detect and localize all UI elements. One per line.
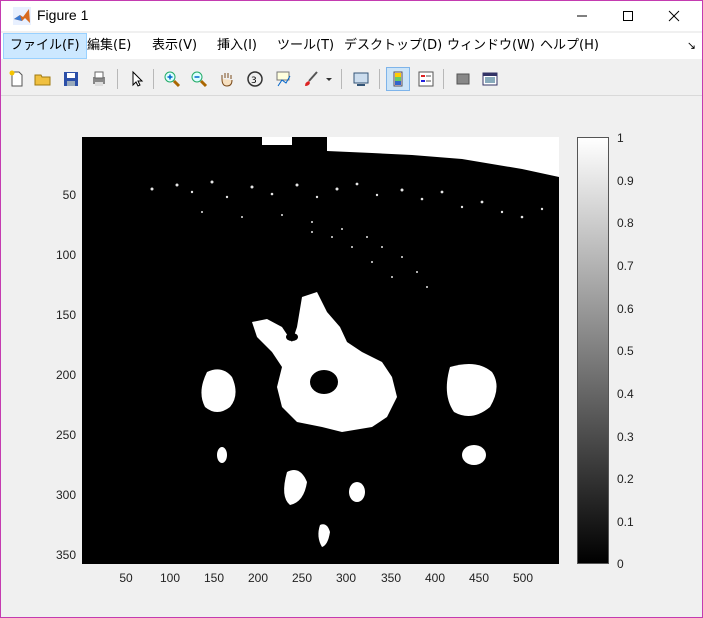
x-tick-label: 50 — [119, 571, 133, 585]
x-tick-label: 350 — [380, 571, 402, 585]
show-plot-tools-icon[interactable] — [478, 67, 502, 91]
x-tick-label: 400 — [424, 571, 446, 585]
colorbar-tick-label: 0.7 — [617, 259, 634, 273]
figure-toolbar: 3 — [1, 63, 702, 96]
y-tick-label: 250 — [55, 428, 76, 442]
y-tick-label: 50 — [62, 188, 76, 202]
svg-text:3: 3 — [251, 76, 257, 86]
pan-hand-icon[interactable] — [215, 67, 239, 91]
menu-tools[interactable]: ツール(T) — [271, 33, 340, 59]
toolbar-separator — [379, 69, 380, 89]
save-icon[interactable] — [59, 67, 83, 91]
toolbar-separator — [117, 69, 118, 89]
colorbar-tick-label: 0.4 — [617, 387, 634, 401]
menu-desktop[interactable]: デスクトップ(D) — [338, 33, 448, 59]
x-tick-label: 100 — [159, 571, 181, 585]
print-icon[interactable] — [87, 67, 111, 91]
zoom-out-icon[interactable] — [187, 67, 211, 91]
legend-icon[interactable] — [414, 67, 438, 91]
menu-edit[interactable]: 編集(E) — [81, 33, 137, 59]
x-tick-label: 150 — [203, 571, 225, 585]
menu-help[interactable]: ヘルプ(H) — [534, 33, 605, 59]
dock-arrow-icon[interactable]: ↘ — [687, 39, 696, 52]
x-tick-label: 500 — [512, 571, 534, 585]
colorbar-icon[interactable] — [386, 67, 410, 91]
menu-file[interactable]: ファイル(F) — [3, 33, 87, 59]
new-figure-icon[interactable] — [5, 67, 29, 91]
brush-dropdown-icon[interactable] — [323, 67, 335, 91]
colorbar[interactable] — [577, 137, 609, 564]
brush-icon[interactable] — [299, 67, 323, 91]
minimize-button[interactable] — [559, 1, 605, 31]
y-tick-label: 200 — [55, 368, 76, 382]
close-button[interactable] — [651, 1, 697, 31]
toolbar-separator — [341, 69, 342, 89]
y-tick-label: 350 — [55, 548, 76, 562]
link-plot-icon[interactable] — [349, 67, 373, 91]
menu-bar: ファイル(F) 編集(E) 表示(V) 挿入(I) ツール(T) デスクトップ(… — [1, 33, 702, 59]
colorbar-tick-label: 0.5 — [617, 344, 634, 358]
colorbar-tick-label: 0.8 — [617, 216, 634, 230]
open-file-icon[interactable] — [31, 67, 55, 91]
menu-view[interactable]: 表示(V) — [146, 33, 203, 59]
x-tick-label: 450 — [468, 571, 490, 585]
toolbar-separator — [443, 69, 444, 89]
menu-window[interactable]: ウィンドウ(W) — [441, 33, 541, 59]
menu-insert[interactable]: 挿入(I) — [211, 33, 263, 59]
colorbar-tick-label: 0.1 — [617, 515, 634, 529]
window-title: Figure 1 — [37, 7, 89, 23]
matlab-logo-icon — [13, 7, 31, 25]
title-bar[interactable]: Figure 1 — [1, 1, 702, 31]
x-tick-label: 250 — [291, 571, 313, 585]
colorbar-tick-label: 0.6 — [617, 302, 634, 316]
x-tick-label: 300 — [335, 571, 357, 585]
colorbar-tick-label: 0.9 — [617, 174, 634, 188]
y-tick-label: 300 — [55, 488, 76, 502]
zoom-in-icon[interactable] — [160, 67, 184, 91]
binary-image-icon — [150, 137, 559, 547]
rotate-3d-icon[interactable]: 3 — [243, 67, 267, 91]
toolbar-separator — [153, 69, 154, 89]
colorbar-tick-label: 1 — [617, 131, 624, 145]
image-axes[interactable] — [82, 137, 559, 564]
colorbar-tick-label: 0.2 — [617, 472, 634, 486]
y-tick-label: 100 — [55, 248, 76, 262]
colorbar-tick-label: 0 — [617, 557, 624, 571]
data-cursor-icon[interactable] — [271, 67, 295, 91]
x-tick-label: 200 — [247, 571, 269, 585]
maximize-button[interactable] — [605, 1, 651, 31]
colorbar-tick-label: 0.3 — [617, 430, 634, 444]
select-arrow-icon[interactable] — [125, 67, 149, 91]
y-tick-label: 150 — [55, 308, 76, 322]
hide-plot-tools-icon[interactable] — [451, 67, 475, 91]
